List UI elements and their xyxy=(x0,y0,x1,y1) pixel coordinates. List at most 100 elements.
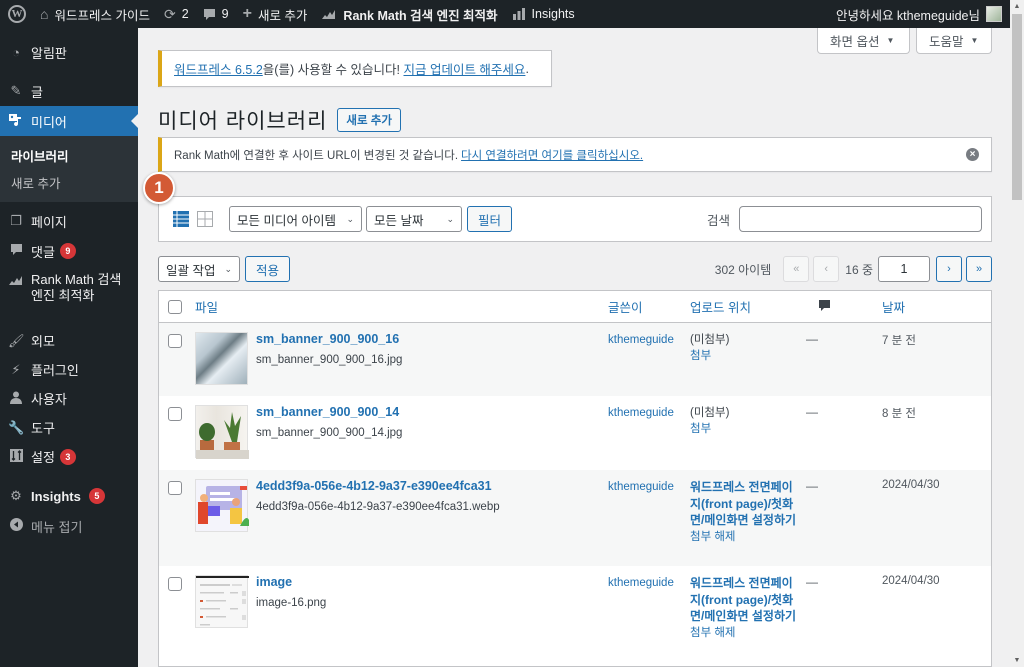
media-thumbnail[interactable] xyxy=(195,575,249,628)
sidebar-item-appearance[interactable]: 🖌 외모 xyxy=(0,326,138,355)
sidebar-item-label: 사용자 xyxy=(31,392,67,407)
media-thumbnail[interactable] xyxy=(195,479,249,532)
column-uploaded-to-header[interactable]: 업로드 위치 xyxy=(690,301,751,315)
rankmath-link[interactable]: Rank Math 검색 엔진 최적화 xyxy=(314,0,504,28)
media-title-link[interactable]: sm_banner_900_900_16 xyxy=(256,332,399,346)
parent-post-link[interactable]: 워드프레스 전면페이지(front page)/첫화면/메인화면 설정하기 xyxy=(690,575,798,625)
add-new-media-button[interactable]: 새로 추가 xyxy=(337,108,401,132)
column-comments-header[interactable] xyxy=(806,299,882,315)
scroll-up-arrow-icon[interactable]: ▲ xyxy=(1010,3,1024,10)
comments-icon xyxy=(8,243,24,259)
sidebar-item-plugins[interactable]: ⚡ 플러그인 xyxy=(0,355,138,384)
author-link[interactable]: kthemeguide xyxy=(608,577,674,589)
avatar xyxy=(986,6,1002,22)
comments-link[interactable]: 9 xyxy=(196,0,236,28)
chevron-down-icon: ⌄ xyxy=(224,263,232,274)
screen-meta-links: 화면 옵션 ▼ 도움말 ▼ xyxy=(817,28,992,54)
help-button[interactable]: 도움말 ▼ xyxy=(916,28,992,54)
row-checkbox[interactable] xyxy=(168,334,182,348)
column-file-header[interactable]: 파일 xyxy=(195,297,218,316)
sidebar-item-settings[interactable]: 설정 3 xyxy=(0,442,138,471)
date-filter-select[interactable]: 모든 날짜 ⌄ xyxy=(366,206,462,232)
sidebar-item-comments[interactable]: 댓글 9 xyxy=(0,236,138,266)
rankmath-reconnect-link[interactable]: 다시 연결하려면 여기를 클릭하십시오. xyxy=(461,147,643,163)
detach-link[interactable]: 첨부 해제 xyxy=(690,529,798,545)
last-page-button[interactable]: » xyxy=(966,256,992,282)
sidebar-item-tools[interactable]: 🔧 도구 xyxy=(0,413,138,442)
sidebar-item-label: 댓글 xyxy=(31,244,55,260)
author-link[interactable]: kthemeguide xyxy=(608,481,674,493)
rankmath-label-line2: 엔진 최적화 xyxy=(31,288,95,303)
date-filter-value: 모든 날짜 xyxy=(374,213,424,228)
search-input[interactable] xyxy=(739,206,982,232)
my-account-menu[interactable]: 안녕하세요 kthemeguide님 xyxy=(836,5,1010,24)
grid-view-icon[interactable] xyxy=(197,211,213,227)
pages-icon: ❐ xyxy=(10,213,22,228)
screen-options-button[interactable]: 화면 옵션 ▼ xyxy=(817,28,910,54)
new-content-link[interactable]: + 새로 추가 xyxy=(236,0,315,28)
home-icon: ⌂ xyxy=(40,6,49,22)
scroll-thumb[interactable] xyxy=(1012,14,1022,200)
update-notice-end: . xyxy=(525,61,529,76)
list-view-icon[interactable] xyxy=(173,211,189,227)
sidebar-item-users[interactable]: 사용자 xyxy=(0,384,138,413)
author-link[interactable]: kthemeguide xyxy=(608,407,674,419)
row-checkbox[interactable] xyxy=(168,407,182,421)
sidebar-item-pages[interactable]: ❐ 페이지 xyxy=(0,206,138,236)
parent-post-link[interactable]: 워드프레스 전면페이지(front page)/첫화면/메인화면 설정하기 xyxy=(690,479,798,529)
table-header: 파일 글쓴이 업로드 위치 날짜 xyxy=(159,291,991,323)
detach-link[interactable]: 첨부 해제 xyxy=(690,625,798,641)
media-title-link[interactable]: sm_banner_900_900_14 xyxy=(256,405,399,419)
row-checkbox[interactable] xyxy=(168,577,182,591)
dismiss-icon[interactable]: × xyxy=(966,148,979,161)
total-pages: 16 중 xyxy=(845,262,873,277)
wp-logo-menu[interactable]: W xyxy=(0,0,33,28)
uploaded-to-text: (미첨부) xyxy=(690,334,730,346)
media-thumbnail[interactable] xyxy=(195,332,248,385)
media-filter-bar: 모든 미디어 아이템 ⌄ 모든 날짜 ⌄ 필터 검색 xyxy=(158,196,992,242)
filter-button[interactable]: 필터 xyxy=(467,206,513,232)
media-filename: sm_banner_900_900_16.jpg xyxy=(256,354,403,366)
search-label: 검색 xyxy=(706,213,730,228)
apply-button[interactable]: 적용 xyxy=(245,256,291,282)
submenu-add-new[interactable]: 새로 추가 xyxy=(0,169,138,196)
page-scrollbar[interactable]: ▲ ▼ xyxy=(1010,0,1024,667)
insights-link[interactable]: Insights xyxy=(505,0,582,28)
comments-count: — xyxy=(806,575,818,589)
author-link[interactable]: kthemeguide xyxy=(608,334,674,346)
current-page-input[interactable]: 1 xyxy=(878,256,930,282)
media-thumbnail[interactable] xyxy=(195,405,249,459)
submenu-library[interactable]: 라이브러리 xyxy=(0,142,138,169)
sidebar-item-label: 미디어 xyxy=(31,114,67,130)
sidebar-collapse-menu[interactable]: 메뉴 접기 xyxy=(0,511,138,541)
sidebar-item-posts[interactable]: ✎ 글 xyxy=(0,76,138,106)
column-date-header[interactable]: 날짜 xyxy=(882,301,905,315)
attach-link[interactable]: 첨부 xyxy=(690,348,806,364)
dashboard-icon: ◔ xyxy=(12,44,20,60)
sidebar-item-insights[interactable]: ⚙ Insights 5 xyxy=(0,481,138,511)
tools-icon: 🔧 xyxy=(8,419,25,435)
updates-link[interactable]: ⟳ 2 xyxy=(157,0,196,28)
sidebar-item-label: 플러그인 xyxy=(31,363,79,378)
sidebar-item-rankmath[interactable]: Rank Math 검색 엔진 최적화 xyxy=(0,266,138,314)
sidebar-item-dashboard[interactable]: ◔ 알림판 xyxy=(0,37,138,67)
media-title-link[interactable]: image xyxy=(256,575,292,589)
column-author-header[interactable]: 글쓴이 xyxy=(608,301,643,315)
update-now-link[interactable]: 지금 업데이트 해주세요 xyxy=(403,59,525,78)
comments-count: — xyxy=(806,405,818,419)
table-row: sm_banner_900_900_16 sm_banner_900_900_1… xyxy=(159,323,991,396)
media-type-select[interactable]: 모든 미디어 아이템 ⌄ xyxy=(229,206,362,232)
sidebar-item-label: 외모 xyxy=(31,334,55,349)
media-title-link[interactable]: 4edd3f9a-056e-4b12-9a37-e390ee4fca31 xyxy=(256,479,492,493)
sidebar-item-media[interactable]: 미디어 xyxy=(0,106,138,136)
bulk-action-select[interactable]: 일괄 작업 ⌄ xyxy=(158,256,240,282)
scroll-down-arrow-icon[interactable]: ▼ xyxy=(1010,657,1024,664)
select-all-checkbox[interactable] xyxy=(168,299,182,314)
site-name-link[interactable]: ⌂ 워드프레스 가이드 xyxy=(33,0,157,28)
wordpress-version-link[interactable]: 워드프레스 6.5.2 xyxy=(174,59,263,78)
sidebar-item-label: 알림판 xyxy=(31,45,67,61)
row-checkbox[interactable] xyxy=(168,481,182,495)
chevron-down-icon: ⌄ xyxy=(446,213,454,224)
attach-link[interactable]: 첨부 xyxy=(690,421,806,437)
next-page-button[interactable]: › xyxy=(936,256,962,282)
